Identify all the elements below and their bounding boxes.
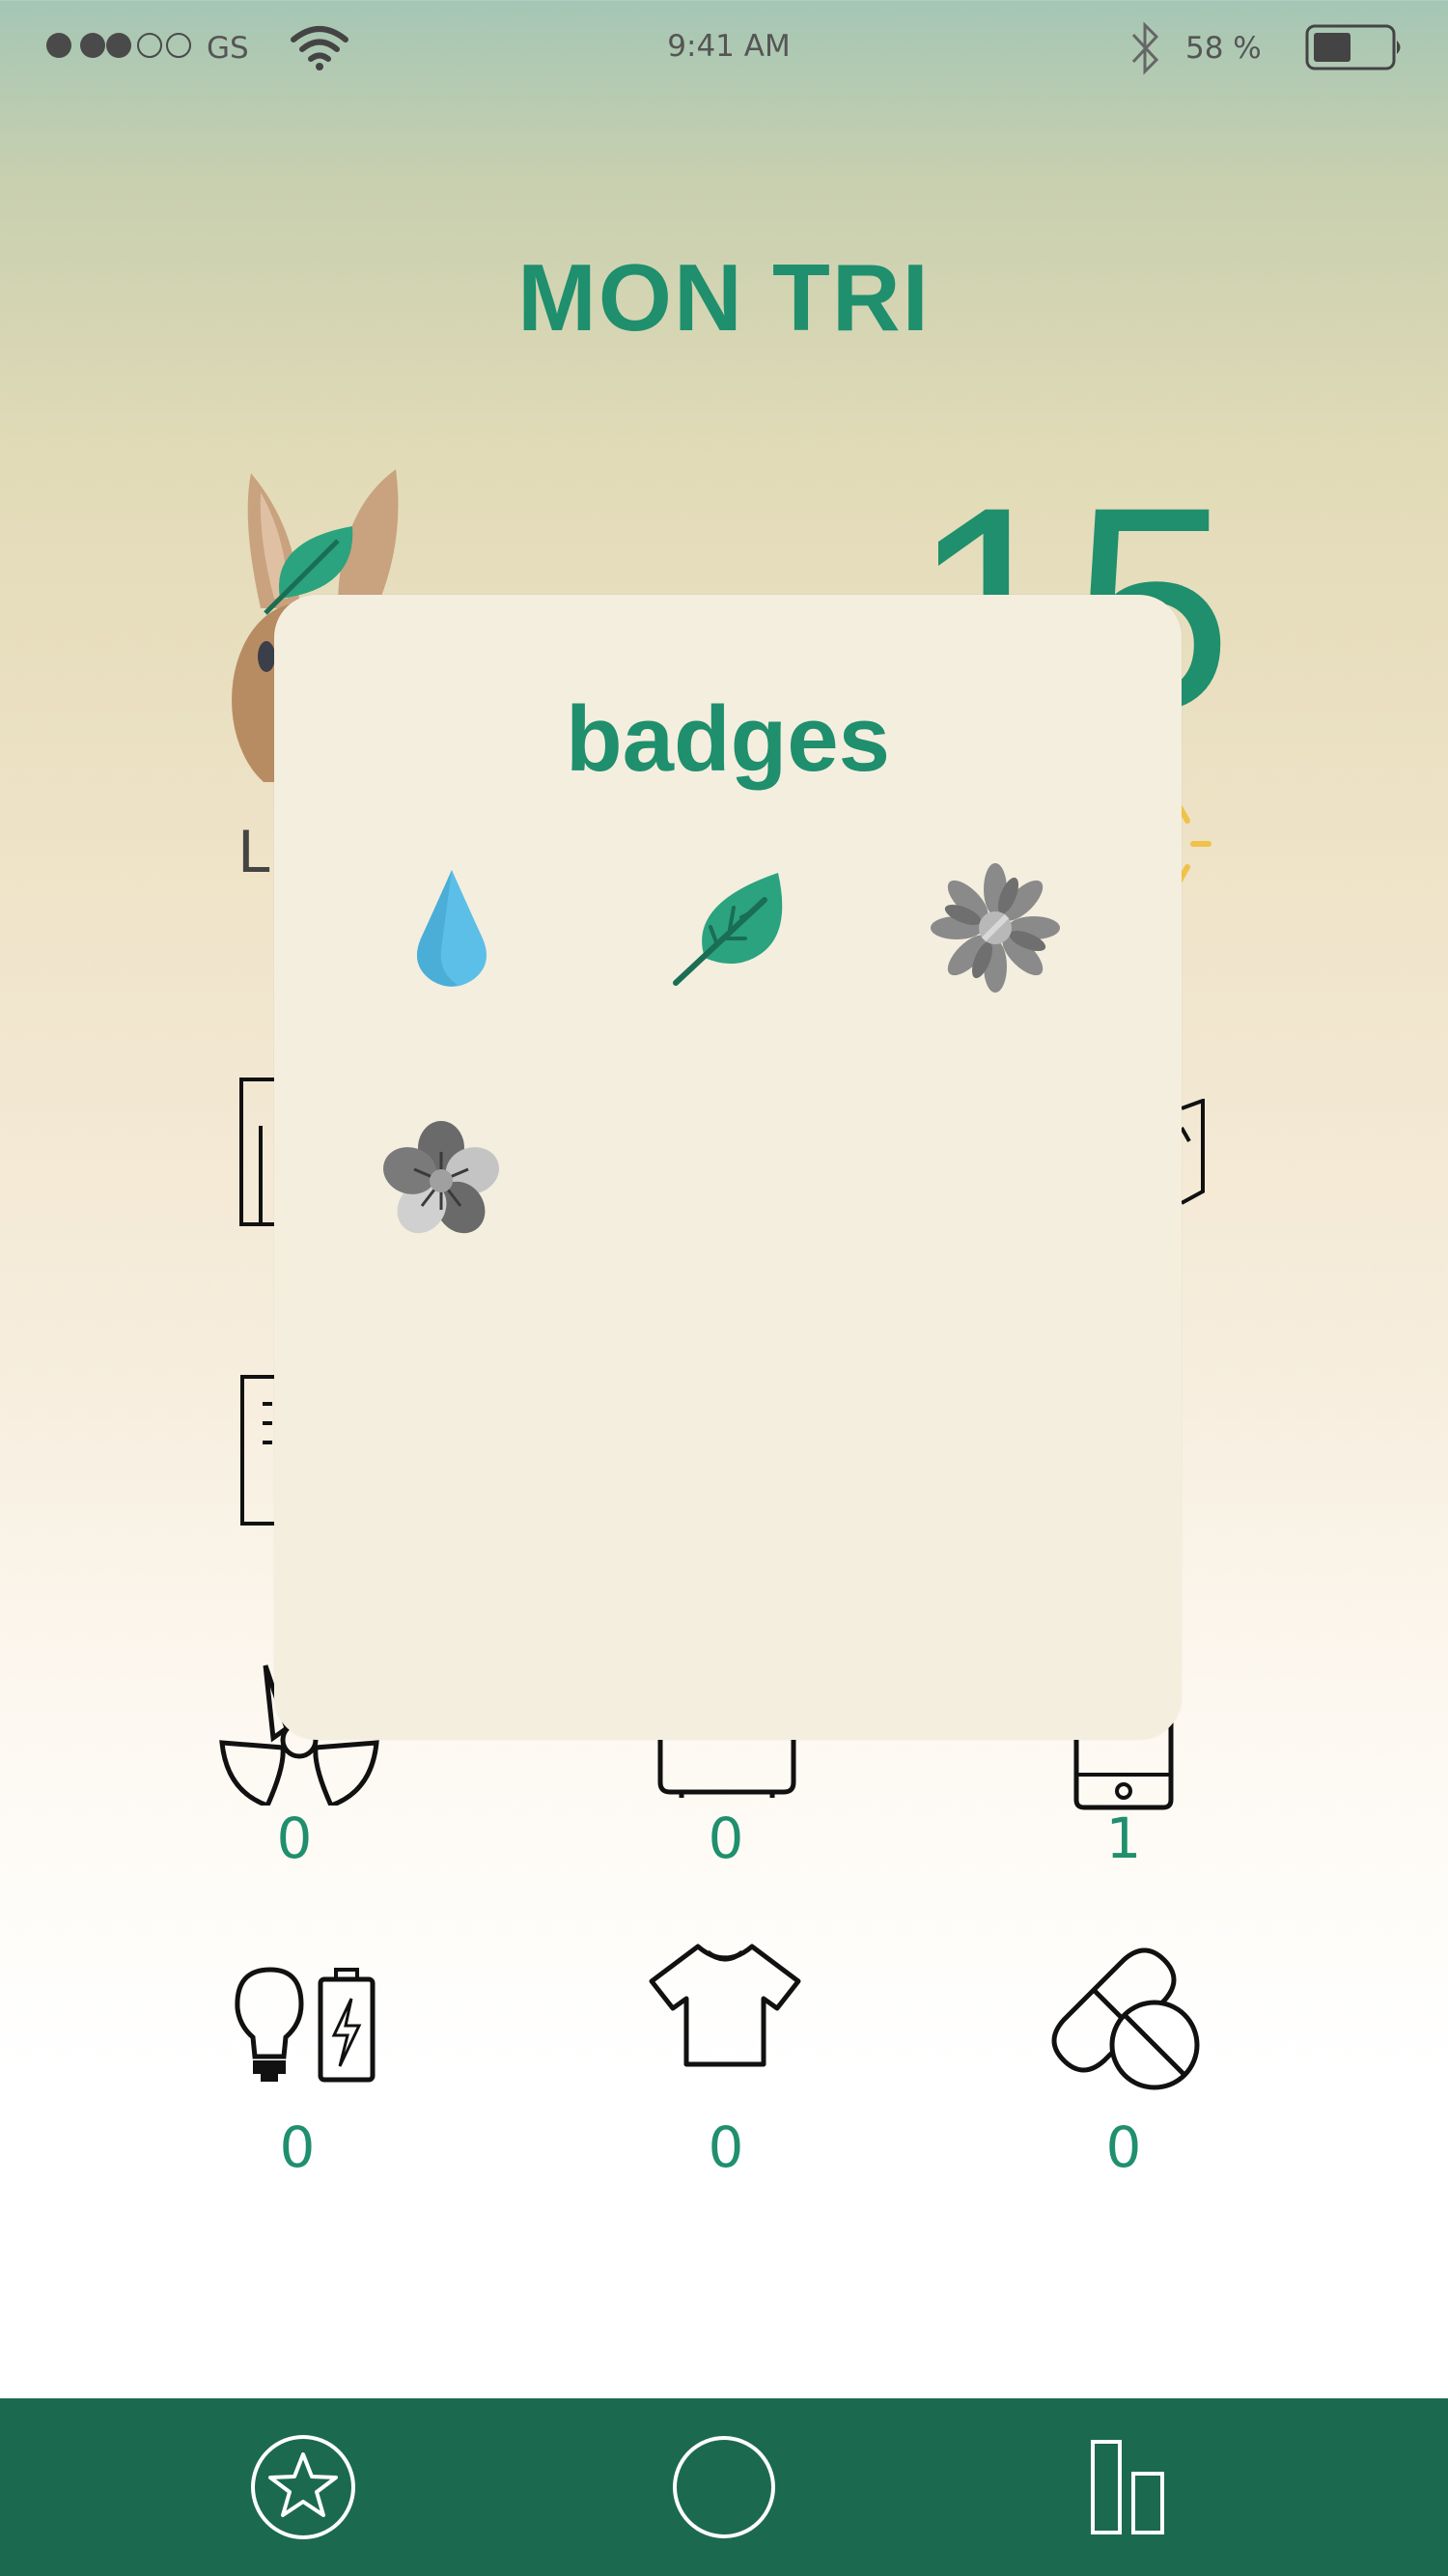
bluetooth-icon (1131, 21, 1159, 75)
pills-icon (1051, 1947, 1200, 2090)
water-drop-icon[interactable] (404, 865, 500, 991)
category-count: 0 (1105, 2114, 1142, 2180)
bulb-battery-icon (235, 1967, 376, 2083)
sunflower-icon[interactable] (931, 863, 1060, 993)
tab-home[interactable] (627, 2398, 821, 2576)
battery-icon (1305, 24, 1401, 70)
star-icon[interactable] (249, 2433, 357, 2541)
category-count: 0 (276, 1806, 313, 1871)
tab-badges[interactable] (207, 2398, 400, 2576)
modal-title: badges (565, 687, 891, 791)
page-title: MON TRI (517, 244, 931, 350)
flower-icon[interactable] (380, 1120, 502, 1242)
circle-icon[interactable] (671, 2434, 777, 2540)
category-count: 0 (279, 2114, 316, 2180)
status-bar: GS 9:41 AM 58 % (0, 0, 1448, 97)
category-count: 1 (1105, 1806, 1142, 1871)
bin-icon (239, 1078, 274, 1226)
cabinet-icon (240, 1375, 276, 1526)
leaf-icon[interactable] (672, 865, 797, 991)
category-count: 0 (708, 2114, 744, 2180)
badges-modal: badges (274, 595, 1182, 1740)
bar-chart-icon[interactable] (1089, 2439, 1170, 2535)
tshirt-icon (649, 1944, 801, 2067)
battery-percent: 58 % (1185, 31, 1262, 66)
box-icon (1180, 1099, 1205, 1205)
tab-stats[interactable] (1033, 2398, 1226, 2576)
tab-bar (0, 2398, 1448, 2576)
category-count: 0 (708, 1806, 744, 1871)
